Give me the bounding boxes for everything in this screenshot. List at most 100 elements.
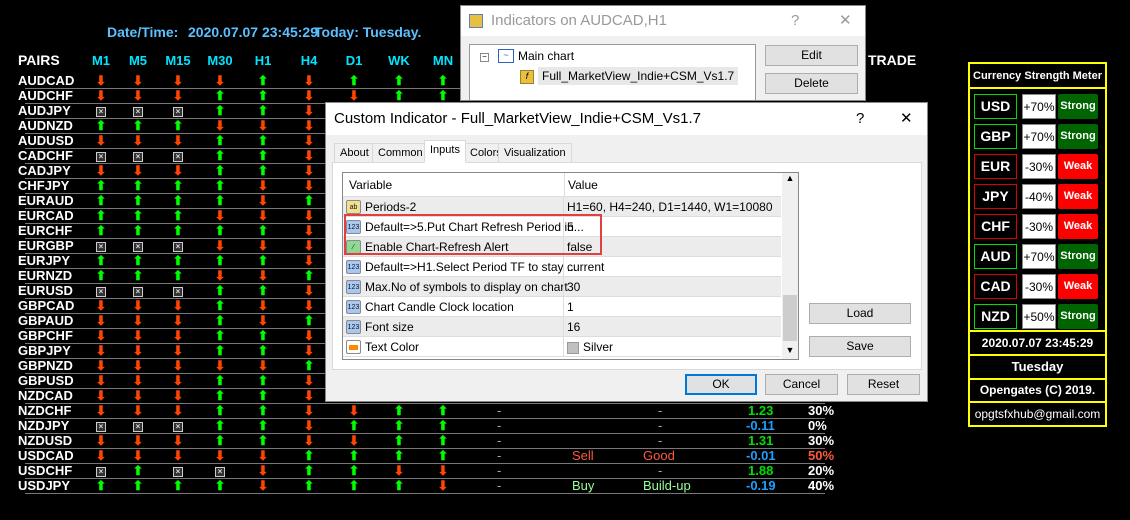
arrow-up-icon: ⬆ [132,178,144,193]
variable-column-header[interactable]: Variable [349,173,392,197]
scroll-thumb[interactable] [783,295,797,341]
no-data-box: × [173,286,183,297]
value-column-header[interactable]: Value [564,173,598,197]
delete-button[interactable]: Delete [765,73,858,94]
arrow-up-icon: ⬆ [257,328,269,343]
arrow-down-icon: ⬇ [214,208,226,223]
close-button[interactable]: ✕ [900,103,913,135]
pair-label: AUDJPY [18,103,71,118]
input-name: Default=>H1.Select Period TF to stay ... [365,260,577,274]
column-header-d1: D1 [345,53,363,68]
currency-percent: +70% [1022,244,1056,269]
input-value[interactable]: 1 [563,297,574,317]
input-value[interactable]: 30 [563,277,580,297]
arrow-up-icon: ⬆ [132,268,144,283]
currency-label: EUR [974,154,1017,179]
function-icon: f [520,70,534,84]
tab-inputs[interactable]: Inputs [424,140,466,163]
reset-button[interactable]: Reset [847,374,920,395]
arrow-up-icon: ⬆ [214,313,226,328]
input-name: Text Color [365,340,420,354]
indicators-dialog-title: Indicators on AUDCAD,H1 [491,12,667,29]
arrow-up-icon: ⬆ [437,73,449,88]
ok-button[interactable]: OK [685,374,757,395]
pair-label: USDCAD [18,448,74,463]
arrow-down-icon: ⬇ [214,448,226,463]
pair-label: EURNZD [18,268,73,283]
arrow-down-icon: ⬇ [303,148,315,163]
arrow-down-icon: ⬇ [132,343,144,358]
pair-label: NZDUSD [18,433,73,448]
strength-badge: Weak [1058,274,1098,299]
pair-label: USDJPY [18,478,71,493]
pair-label: CADCHF [18,148,73,163]
arrow-down-icon: ⬇ [303,343,315,358]
arrow-down-icon: ⬇ [257,298,269,313]
pair-label: NZDJPY [18,418,70,433]
scrollbar[interactable]: ▲ ▼ [782,173,798,359]
tree-indicator-item[interactable]: Full_MarketView_Indie+CSM_Vs1.7 [538,67,739,85]
tree-main-chart[interactable]: Main chart [518,49,574,63]
scroll-up-icon[interactable]: ▲ [782,173,798,183]
no-data-icon: × [128,103,148,118]
strength-cell: - [658,463,663,478]
no-data-icon: × [210,463,230,478]
pair-label: USDCHF [18,463,73,478]
arrow-up-icon: ⬆ [132,253,144,268]
scroll-down-icon[interactable]: ▼ [782,345,798,355]
arrow-up-icon: ⬆ [214,418,226,433]
arrow-down-icon: ⬇ [303,298,315,313]
arrow-up-icon: ⬆ [257,373,269,388]
input-row[interactable]: 123 Chart Candle Clock location 1 [343,297,781,317]
arrow-up-icon: ⬆ [132,118,144,133]
arrow-down-icon: ⬇ [303,238,315,253]
arrow-down-icon: ⬇ [303,388,315,403]
no-data-box: × [133,106,143,117]
pair-label: EURCHF [18,223,73,238]
arrow-up-icon: ⬆ [214,193,226,208]
help-button[interactable]: ? [791,6,799,36]
no-data-box: × [96,106,106,117]
arrow-up-icon: ⬆ [95,478,107,493]
arrow-up-icon: ⬆ [303,358,315,373]
arrow-down-icon: ⬇ [95,163,107,178]
indicators-dialog-titlebar[interactable]: Indicators on AUDCAD,H1 ? ✕ [461,6,865,36]
arrow-up-icon: ⬆ [214,148,226,163]
tab-common[interactable]: Common [372,143,429,163]
load-button[interactable]: Load [809,303,911,324]
input-row[interactable]: 123 Default=>H1.Select Period TF to stay … [343,257,781,277]
input-name: Max.No of symbols to display on chart [365,280,568,294]
no-data-box: × [96,421,106,432]
arrow-up-icon: ⬆ [393,448,405,463]
close-button[interactable]: ✕ [839,6,852,36]
arrow-up-icon: ⬆ [393,418,405,433]
no-data-box: × [173,466,183,477]
integer-type-icon: 123 [346,280,361,294]
column-header-m1: M1 [91,53,111,68]
arrow-down-icon: ⬇ [132,433,144,448]
cancel-button[interactable]: Cancel [765,374,838,395]
custom-dialog-titlebar[interactable]: Custom Indicator - Full_MarketView_Indie… [326,103,927,135]
input-value[interactable]: Silver [563,337,613,357]
strength-badge: Weak [1058,184,1098,209]
input-value[interactable]: current [563,257,604,277]
currency-label: GBP [974,124,1017,149]
arrow-up-icon: ⬆ [348,73,360,88]
arrow-down-icon: ⬇ [214,358,226,373]
tab-visualization[interactable]: Visualization [498,143,572,163]
input-value[interactable]: 16 [563,317,580,337]
input-row[interactable]: 123 Max.No of symbols to display on chart… [343,277,781,297]
arrow-down-icon: ⬇ [303,208,315,223]
arrow-down-icon: ⬇ [257,268,269,283]
save-button[interactable]: Save [809,336,911,357]
input-row[interactable]: 123 Font size 16 [343,317,781,337]
help-button[interactable]: ? [856,103,864,135]
string-type-icon: ab [346,200,361,214]
input-row[interactable]: Text Color Silver [343,337,781,357]
collapse-icon[interactable]: − [480,53,489,62]
csm-title: Currency Strength Meter [970,64,1105,89]
strength-badge: Strong [1058,124,1098,149]
edit-button[interactable]: Edit [765,45,858,66]
arrow-up-icon: ⬆ [348,448,360,463]
tab-about[interactable]: About [334,143,375,163]
